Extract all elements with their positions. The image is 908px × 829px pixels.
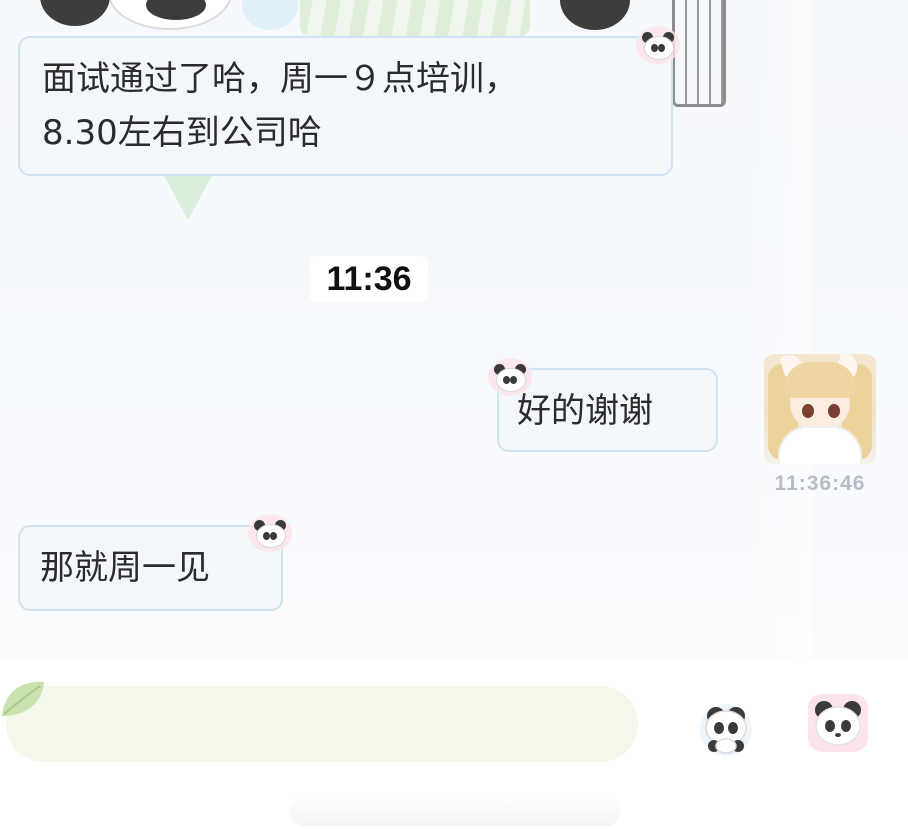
panda-sticker-icon[interactable] — [694, 696, 758, 760]
bubble-decoration — [242, 0, 298, 30]
right-fade — [742, 0, 812, 660]
panda-ear-decoration — [40, 0, 110, 26]
message-text: 好的谢谢 — [517, 391, 653, 431]
user-avatar[interactable] — [764, 354, 876, 464]
panda-badge-icon — [248, 514, 292, 552]
leaf-icon — [2, 681, 44, 716]
message-input[interactable] — [6, 686, 638, 762]
incoming-message-bubble[interactable]: 那就周一见 — [18, 525, 283, 611]
stripes-decoration — [300, 0, 530, 36]
message-text-line: 8.30左右到公司哈 — [42, 113, 322, 153]
message-timestamp: 11:36:46 — [774, 472, 866, 495]
panda-badge-icon — [488, 358, 532, 396]
incoming-message-bubble[interactable]: 面试通过了哈，周一９点培训， 8.30左右到公司哈 — [18, 36, 673, 176]
time-divider: 11:36 — [310, 256, 428, 302]
chat-area: 面试通过了哈，周一９点培训， 8.30左右到公司哈 11:36 好的谢谢 11:… — [0, 0, 908, 829]
panda-decoration-right — [560, 0, 630, 30]
message-text: 那就周一见 — [40, 548, 210, 588]
home-indicator — [290, 796, 620, 826]
panda-emoji-icon[interactable] — [806, 690, 870, 754]
message-text-line: 面试通过了哈，周一９点培训， — [42, 59, 518, 99]
cage-decoration — [672, 0, 726, 107]
panda-badge-icon — [636, 26, 680, 64]
